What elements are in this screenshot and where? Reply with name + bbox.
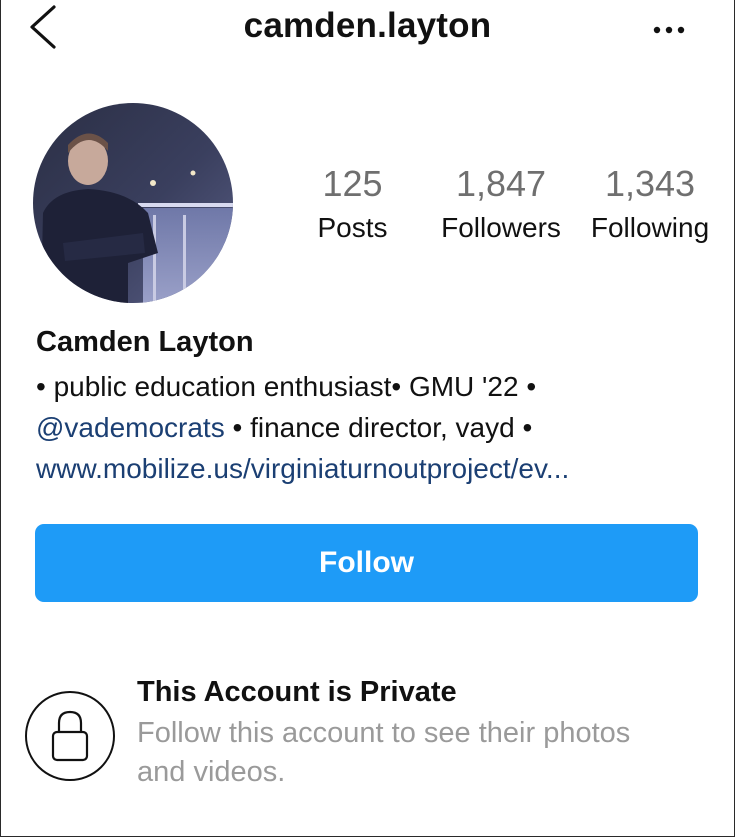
followers-count[interactable]: 1,847 Followers — [434, 166, 568, 242]
website-link[interactable]: www.mobilize.us/virginiaturnoutproject/e… — [36, 448, 726, 489]
ellipsis-icon[interactable] — [648, 20, 690, 40]
posts-count: 125 Posts — [300, 166, 405, 242]
posts-label: Posts — [317, 212, 388, 243]
following-label: Following — [590, 212, 710, 243]
followers-count-value: 1,847 — [455, 163, 547, 204]
private-account-title: This Account is Private — [137, 676, 457, 708]
avatar[interactable] — [33, 103, 233, 303]
followers-label: Followers — [441, 212, 561, 243]
bio-line-2: @vademocrats • finance director, vayd • — [36, 407, 726, 448]
lock-icon — [24, 690, 116, 782]
profile-full-name: Camden Layton — [36, 326, 254, 358]
profile-username: camden.layton — [243, 6, 492, 45]
follow-button[interactable]: Follow — [35, 524, 698, 602]
following-count[interactable]: 1,343 Following — [583, 166, 717, 242]
mention-link[interactable]: @vademocrats — [36, 412, 225, 443]
private-account-subtitle: Follow this account to see their photos … — [137, 717, 631, 788]
following-count-value: 1,343 — [604, 163, 696, 204]
profile-bio: • public education enthusiast• GMU '22 •… — [36, 366, 726, 489]
bio-line-2-text: • finance director, vayd • — [224, 412, 533, 443]
bio-line-1: • public education enthusiast• GMU '22 • — [36, 371, 537, 402]
posts-count-value: 125 — [322, 163, 383, 204]
